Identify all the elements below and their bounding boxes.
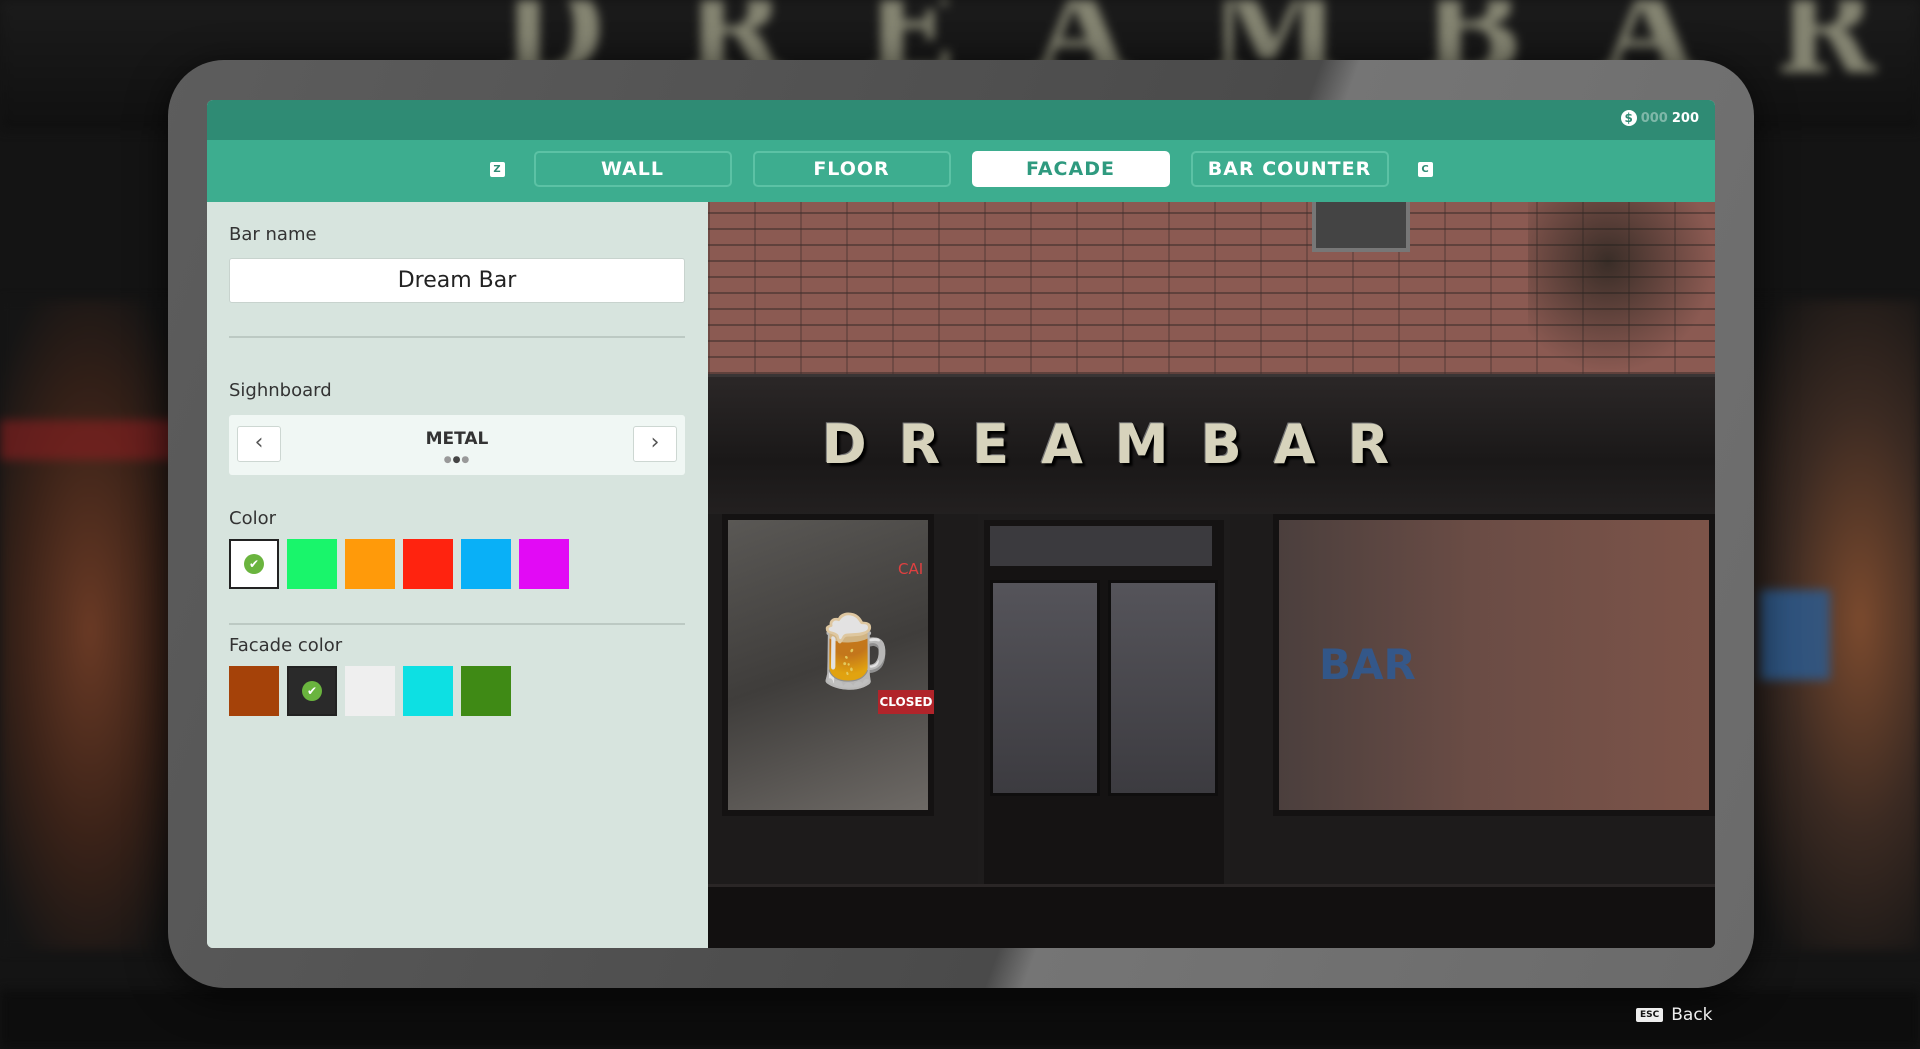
window-bar-sign: BAR bbox=[1319, 640, 1416, 689]
color-swatch[interactable] bbox=[287, 539, 337, 589]
currency-leading-zeros: 000 bbox=[1640, 110, 1668, 126]
color-swatch[interactable] bbox=[403, 539, 453, 589]
facade-preview: DREAMBAR CAI 🍺 CLOSED BAR bbox=[708, 202, 1715, 948]
dollar-icon: $ bbox=[1620, 110, 1637, 126]
bar-name-input[interactable]: Dream Bar bbox=[229, 258, 685, 303]
facade-color-swatch[interactable]: ✔ bbox=[287, 666, 337, 716]
signboard-page-dots: ●●● bbox=[443, 455, 471, 465]
bar-name-label: Bar name bbox=[229, 224, 317, 245]
color-swatch[interactable] bbox=[519, 539, 569, 589]
tab-floor[interactable]: FLOOR bbox=[752, 151, 951, 187]
door-glass-left bbox=[990, 580, 1100, 796]
neon-sign: CAI bbox=[898, 560, 924, 578]
chevron-right-icon: › bbox=[650, 430, 660, 455]
signboard-selector: ‹ METAL ●●● › bbox=[229, 415, 685, 475]
next-tab-key-icon[interactable]: C bbox=[1417, 161, 1433, 177]
color-label: Color bbox=[229, 508, 276, 529]
storefront-base bbox=[708, 884, 1715, 948]
back-label: Back bbox=[1671, 1005, 1713, 1025]
background-blue-sign bbox=[1760, 590, 1830, 680]
checkmark-icon: ✔ bbox=[302, 681, 322, 701]
color-swatch[interactable] bbox=[345, 539, 395, 589]
tab-bar: Z WALL FLOOR FACADE BAR COUNTER C bbox=[207, 140, 1715, 202]
door-glass-right bbox=[1108, 580, 1218, 796]
prev-tab-key-icon[interactable]: Z bbox=[489, 161, 505, 177]
beer-mug-icon: 🍺 bbox=[808, 610, 896, 692]
tab-wall[interactable]: WALL bbox=[533, 151, 732, 187]
color-swatches: ✔ bbox=[229, 539, 569, 589]
divider bbox=[229, 336, 685, 338]
closed-sign: CLOSED bbox=[878, 690, 934, 714]
currency-amount: 200 bbox=[1671, 110, 1699, 126]
facade-color-swatch[interactable] bbox=[461, 666, 511, 716]
top-status-bar: $ 000 200 bbox=[207, 100, 1715, 140]
facade-color-swatch[interactable] bbox=[403, 666, 453, 716]
signboard-band: DREAMBAR bbox=[708, 374, 1715, 521]
tree-shadow bbox=[1528, 202, 1715, 374]
storefront: CAI 🍺 CLOSED BAR bbox=[708, 514, 1715, 948]
facade-color-swatch[interactable] bbox=[345, 666, 395, 716]
right-shop-window: BAR bbox=[1273, 514, 1715, 816]
background-neon bbox=[0, 420, 180, 460]
door-transom bbox=[990, 526, 1212, 566]
color-swatch[interactable] bbox=[461, 539, 511, 589]
settings-panel: Bar name Dream Bar Sighnboard ‹ METAL ●●… bbox=[207, 202, 708, 948]
divider bbox=[229, 623, 685, 625]
left-shop-window: CAI 🍺 CLOSED bbox=[722, 514, 934, 816]
facade-color-label: Facade color bbox=[229, 635, 343, 656]
entrance-door bbox=[978, 514, 1230, 896]
esc-key-icon: ESC bbox=[1636, 1008, 1664, 1022]
facade-color-swatch[interactable] bbox=[229, 666, 279, 716]
back-button[interactable]: ESC Back bbox=[1636, 1005, 1713, 1025]
tab-bar-counter[interactable]: BAR COUNTER bbox=[1190, 151, 1389, 187]
checkmark-icon: ✔ bbox=[244, 554, 264, 574]
tab-facade[interactable]: FACADE bbox=[971, 151, 1170, 187]
signboard-label: Sighnboard bbox=[229, 380, 332, 401]
upper-window bbox=[1312, 202, 1410, 252]
background-floor bbox=[0, 990, 1920, 1049]
signboard-letters: DREAMBAR bbox=[821, 413, 1422, 476]
customization-screen: $ 000 200 Z WALL FLOOR FACADE BAR COUNTE… bbox=[207, 100, 1715, 948]
signboard-value: METAL bbox=[425, 429, 489, 449]
signboard-next-button[interactable]: › bbox=[633, 426, 677, 462]
facade-color-swatches: ✔ bbox=[229, 666, 511, 716]
currency-display: $ 000 200 bbox=[1620, 110, 1699, 126]
color-swatch[interactable]: ✔ bbox=[229, 539, 279, 589]
